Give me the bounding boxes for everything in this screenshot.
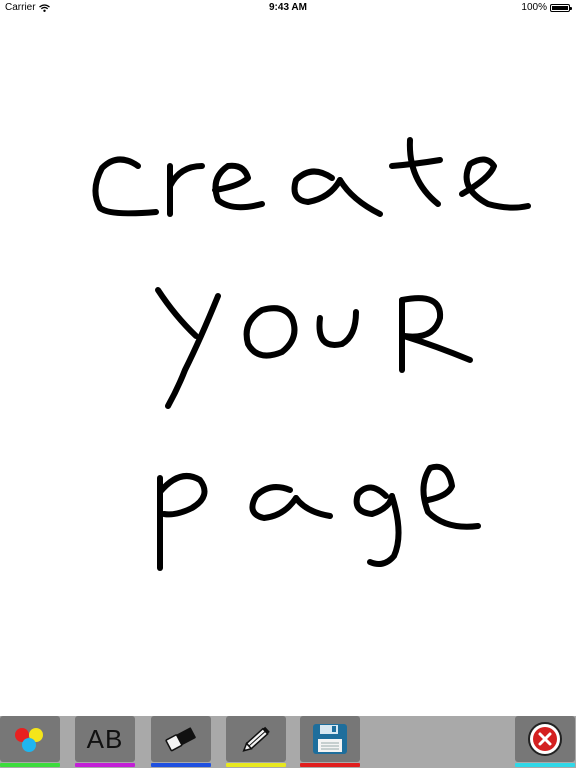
text-icon: AB xyxy=(86,723,124,754)
tool-underline xyxy=(75,763,135,767)
close-icon xyxy=(528,722,562,756)
floppy-disk-icon xyxy=(313,724,347,754)
battery-icon xyxy=(550,3,572,12)
tool-underline xyxy=(226,763,286,767)
tool-underline xyxy=(300,763,360,767)
color-palette-icon xyxy=(15,728,43,752)
pencil-button[interactable] xyxy=(226,716,286,768)
tool-underline xyxy=(0,763,60,767)
battery-percent: 100% xyxy=(521,2,547,13)
status-bar: Carrier 9:43 AM 100% xyxy=(0,0,576,16)
status-time: 9:43 AM xyxy=(269,2,307,13)
handwritten-drawing xyxy=(92,137,531,571)
drawing-canvas[interactable] xyxy=(0,16,576,716)
tool-underline xyxy=(151,763,211,767)
close-button[interactable] xyxy=(515,716,575,768)
bottom-toolbar: AB xyxy=(0,716,576,768)
save-button[interactable] xyxy=(300,716,360,768)
eraser-icon xyxy=(165,727,196,752)
tool-underline xyxy=(515,763,575,767)
pencil-icon xyxy=(242,726,270,752)
text-tool-button[interactable]: AB xyxy=(75,716,135,768)
color-palette-button[interactable] xyxy=(0,716,60,768)
eraser-button[interactable] xyxy=(151,716,211,768)
